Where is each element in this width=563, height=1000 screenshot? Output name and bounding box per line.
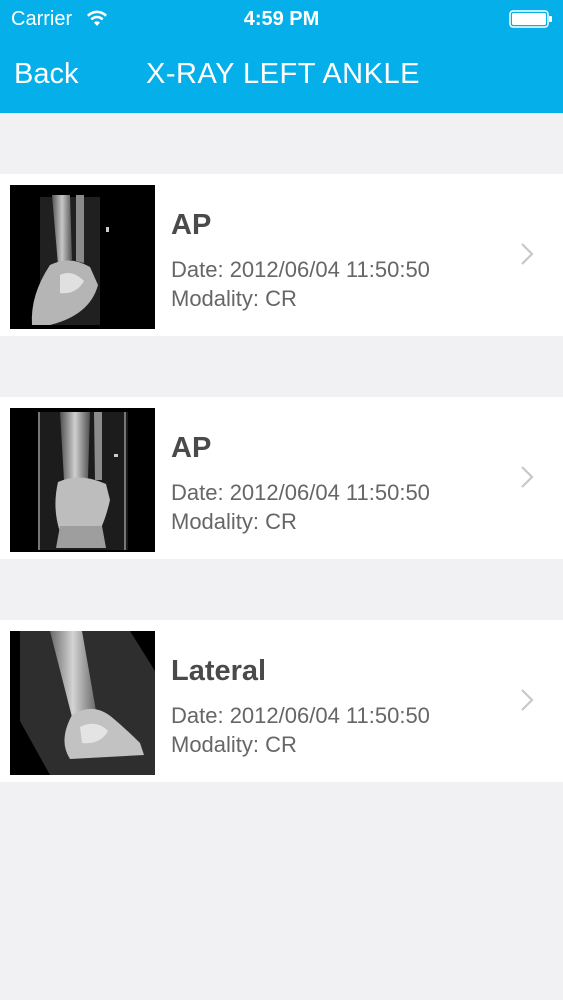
series-modality: Modality: CR [171,286,297,311]
series-modality: Modality: CR [171,509,297,534]
app-header: Carrier 4:59 PM Back X-RAY LEFT ANKLE [0,0,563,113]
list-item[interactable]: AP Date: 2012/06/04 11:50:50 Modality: C… [0,397,563,559]
chevron-right-icon [521,243,534,265]
chevron-right-icon [521,466,534,488]
x-ray-thumbnail [10,631,155,775]
x-ray-thumbnail [10,185,155,329]
x-ray-thumbnail [10,408,155,552]
back-button[interactable]: Back [14,58,78,91]
page-title: X-RAY LEFT ANKLE [146,58,420,90]
status-bar: Carrier 4:59 PM [0,0,563,38]
list-item[interactable]: Lateral Date: 2012/06/04 11:50:50 Modali… [0,620,563,782]
status-time: 4:59 PM [243,8,320,30]
series-title: AP [171,209,212,241]
series-date: Date: 2012/06/04 11:50:50 [171,703,430,728]
series-modality: Modality: CR [171,732,297,757]
series-title: Lateral [171,655,267,687]
series-date: Date: 2012/06/04 11:50:50 [171,480,430,505]
list-item[interactable]: AP Date: 2012/06/04 11:50:50 Modality: C… [0,174,563,336]
navigation-bar: Back X-RAY LEFT ANKLE [0,38,563,113]
chevron-right-icon [521,689,534,711]
series-date: Date: 2012/06/04 11:50:50 [171,257,430,282]
series-title: AP [171,432,212,464]
battery-icon [509,10,552,28]
